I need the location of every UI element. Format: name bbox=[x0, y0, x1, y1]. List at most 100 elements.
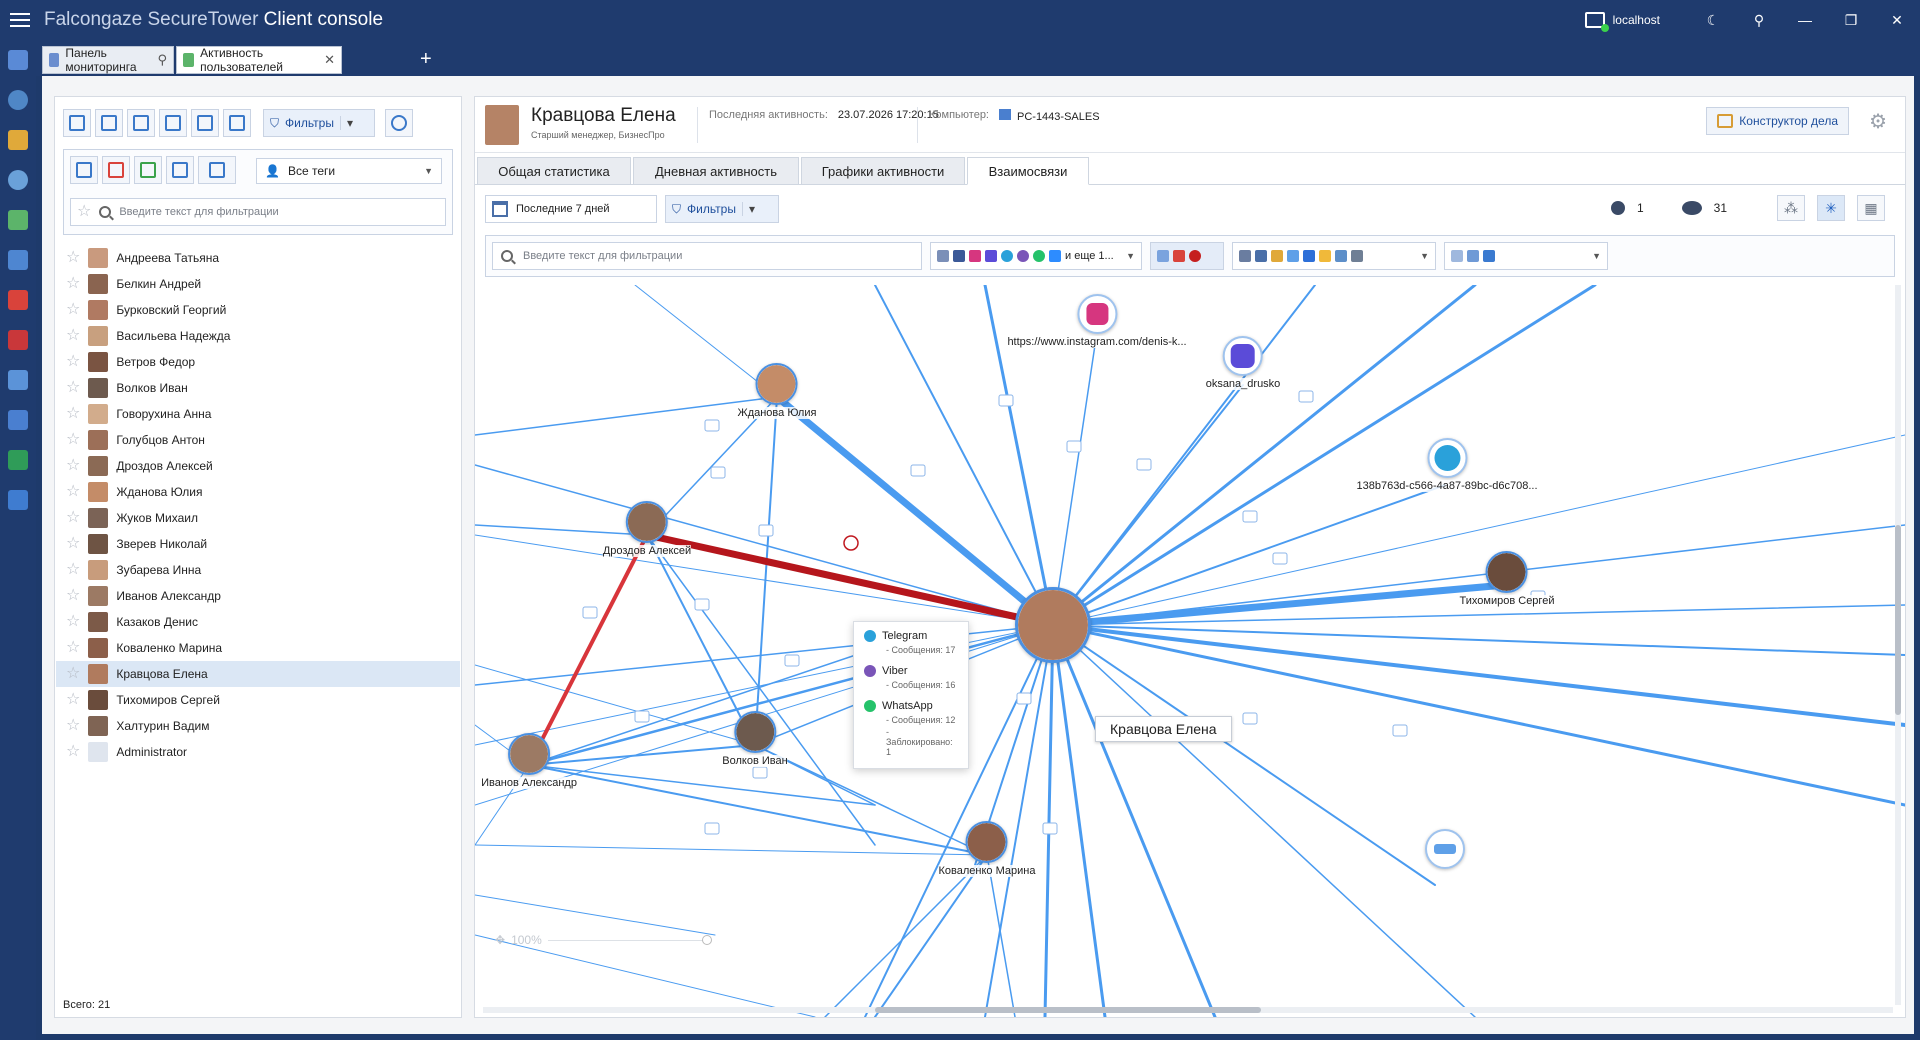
tag-filter-all-icon[interactable] bbox=[70, 156, 98, 184]
list-item[interactable]: ☆ Андреева Татьяна bbox=[56, 245, 460, 271]
event-type-filter[interactable] bbox=[1150, 242, 1224, 270]
strength-select[interactable]: ▼ bbox=[1444, 242, 1608, 270]
nav-monitor-icon[interactable] bbox=[0, 400, 36, 440]
list-item[interactable]: ☆ Казаков Денис bbox=[56, 609, 460, 635]
graph-layout-icon[interactable]: ⁂ bbox=[1777, 195, 1805, 221]
tag-filter-red-icon[interactable] bbox=[102, 156, 130, 184]
user-settings-icon[interactable] bbox=[223, 109, 251, 137]
tag-filter-green-icon[interactable] bbox=[134, 156, 162, 184]
nav-settings-icon[interactable] bbox=[0, 480, 36, 520]
favorite-star-icon[interactable]: ☆ bbox=[66, 406, 80, 422]
vertical-scrollbar[interactable] bbox=[1895, 285, 1901, 1005]
list-item-selected[interactable]: ☆ Кравцова Елена bbox=[56, 661, 460, 687]
graph-node-tikhomirov[interactable]: Тихомиров Сергей bbox=[1459, 551, 1555, 607]
pin-window-icon[interactable]: ⚲ bbox=[1736, 0, 1782, 40]
graph-search-input[interactable]: Введите текст для фильтрации bbox=[492, 242, 922, 270]
users-search-input[interactable]: ☆ Введите текст для фильтрации bbox=[70, 198, 446, 226]
filters-button[interactable]: ⛉ Фильтры ▾ bbox=[263, 109, 375, 137]
favorite-star-icon[interactable]: ☆ bbox=[66, 432, 80, 448]
list-item[interactable]: ☆ Ветров Федор bbox=[56, 349, 460, 375]
graph-node-zhdanova[interactable]: Жданова Юлия bbox=[737, 363, 817, 419]
tag-filter-blue-icon[interactable] bbox=[166, 156, 194, 184]
menu-icon[interactable] bbox=[0, 0, 40, 40]
graph-node-telegram[interactable]: 138b763d-c566-4a87-89bc-d6c708... bbox=[1356, 438, 1538, 492]
tags-select[interactable]: 👤 Все теги ▼ bbox=[256, 158, 442, 184]
list-item[interactable]: ☆ Дроздов Алексей bbox=[56, 453, 460, 479]
case-constructor-button[interactable]: Конструктор дела bbox=[1706, 107, 1849, 135]
nav-analytics-icon[interactable] bbox=[0, 120, 36, 160]
channels-select[interactable]: и еще 1... ▼ bbox=[930, 242, 1142, 270]
list-item[interactable]: ☆ Administrator bbox=[56, 739, 460, 765]
tab-relationships[interactable]: Взаимосвязи bbox=[967, 157, 1089, 185]
favorite-star-icon[interactable]: ☆ bbox=[66, 276, 80, 292]
favorite-star-icon[interactable]: ☆ bbox=[66, 718, 80, 734]
close-button[interactable]: ✕ bbox=[1874, 0, 1920, 40]
graph-node-volkov[interactable]: Волков Иван bbox=[722, 711, 788, 767]
horizontal-scrollbar[interactable] bbox=[483, 1007, 1893, 1013]
groups-icon[interactable] bbox=[95, 109, 123, 137]
favorite-star-icon[interactable]: ☆ bbox=[66, 250, 80, 266]
nav-incidents-icon[interactable] bbox=[0, 320, 36, 360]
list-icon[interactable] bbox=[159, 109, 187, 137]
restore-button[interactable]: ❐ bbox=[1828, 0, 1874, 40]
favorite-star-icon[interactable]: ☆ bbox=[66, 328, 80, 344]
list-item[interactable]: ☆ Зубарева Инна bbox=[56, 557, 460, 583]
favorite-star-icon[interactable]: ☆ bbox=[66, 640, 80, 656]
refresh-icon[interactable] bbox=[385, 109, 413, 137]
chevron-down-icon[interactable]: ▾ bbox=[741, 202, 755, 216]
list-item[interactable]: ☆ Бурковский Георгий bbox=[56, 297, 460, 323]
list-item[interactable]: ☆ Иванов Александр bbox=[56, 583, 460, 609]
favorite-star-icon[interactable]: ☆ bbox=[66, 692, 80, 708]
graph-node-drozdov[interactable]: Дроздов Алексей bbox=[602, 501, 692, 557]
org-structure-icon[interactable] bbox=[63, 109, 91, 137]
theme-icon[interactable]: ☾ bbox=[1690, 0, 1736, 40]
devices-select[interactable]: ▼ bbox=[1232, 242, 1436, 270]
period-select[interactable]: Последние 7 дней bbox=[485, 195, 657, 223]
tab-general-stats[interactable]: Общая статистика bbox=[477, 157, 631, 185]
chevron-down-icon[interactable]: ▾ bbox=[339, 116, 353, 130]
zoom-slider[interactable] bbox=[547, 934, 712, 945]
pin-icon[interactable]: ⚲ bbox=[157, 52, 167, 68]
graph-node-center[interactable] bbox=[1015, 587, 1091, 663]
nav-map-icon[interactable] bbox=[0, 200, 36, 240]
favorite-star-icon[interactable]: ☆ bbox=[66, 302, 80, 318]
tab-daily-activity[interactable]: Дневная активность bbox=[633, 157, 799, 185]
list-item[interactable]: ☆ Зверев Николай bbox=[56, 531, 460, 557]
favorite-star-icon[interactable]: ☆ bbox=[66, 510, 80, 526]
zoom-control[interactable]: ✥ 100% bbox=[495, 933, 712, 947]
graph-node-messenger[interactable]: oksana_drusko bbox=[1205, 336, 1281, 390]
nav-investigation-icon[interactable] bbox=[0, 160, 36, 200]
nav-search-icon[interactable] bbox=[0, 80, 36, 120]
list-item[interactable]: ☆ Васильева Надежда bbox=[56, 323, 460, 349]
nav-alert-icon[interactable] bbox=[0, 280, 36, 320]
favorite-star-icon[interactable]: ☆ bbox=[66, 666, 80, 682]
relationship-graph[interactable]: https://www.instagram.com/denis-k... oks… bbox=[475, 285, 1905, 1017]
list-item[interactable]: ☆ Жданова Юлия bbox=[56, 479, 460, 505]
favorite-star-icon[interactable]: ☆ bbox=[66, 614, 80, 630]
graph-node-ivanov[interactable]: Иванов Александр bbox=[481, 733, 577, 789]
graph-node-usb[interactable] bbox=[1425, 829, 1465, 869]
nav-archive-icon[interactable] bbox=[0, 440, 36, 480]
nav-users-icon[interactable] bbox=[0, 240, 36, 280]
list-item[interactable]: ☆ Коваленко Марина bbox=[56, 635, 460, 661]
favorite-star-icon[interactable]: ☆ bbox=[66, 484, 80, 500]
favorite-star-icon[interactable]: ☆ bbox=[66, 744, 80, 760]
list-item[interactable]: ☆ Волков Иван bbox=[56, 375, 460, 401]
gear-icon[interactable]: ⚙ bbox=[1869, 109, 1887, 134]
graph-node-kovalenko[interactable]: Коваленко Марина bbox=[938, 821, 1036, 877]
card-icon[interactable] bbox=[191, 109, 219, 137]
nav-reports-icon[interactable] bbox=[0, 360, 36, 400]
close-tab-icon[interactable]: ✕ bbox=[324, 52, 335, 68]
table-view-icon[interactable]: ▦ bbox=[1857, 195, 1885, 221]
network-view-icon[interactable]: ✳ bbox=[1817, 195, 1845, 221]
graph-node-instagram[interactable]: https://www.instagram.com/denis-k... bbox=[1007, 294, 1187, 348]
list-item[interactable]: ☆ Голубцов Антон bbox=[56, 427, 460, 453]
minimize-button[interactable]: — bbox=[1782, 0, 1828, 40]
tag-filter-more-icon[interactable] bbox=[198, 156, 236, 184]
favorite-star-icon[interactable]: ☆ bbox=[66, 536, 80, 552]
graph-filters-button[interactable]: ⛉ Фильтры ▾ bbox=[665, 195, 779, 223]
list-item[interactable]: ☆ Жуков Михаил bbox=[56, 505, 460, 531]
favorite-star-icon[interactable]: ☆ bbox=[66, 380, 80, 396]
tab-user-activity[interactable]: Активность пользователей ✕ bbox=[176, 46, 342, 74]
list-item[interactable]: ☆ Тихомиров Сергей bbox=[56, 687, 460, 713]
